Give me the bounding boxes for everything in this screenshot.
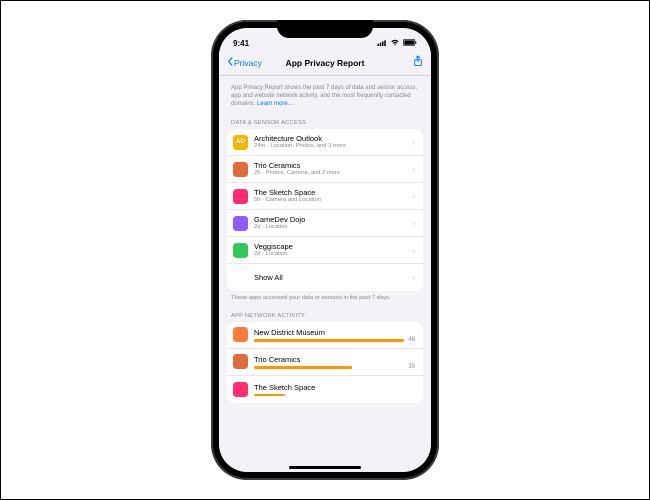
chevron-right-icon: › xyxy=(412,165,415,174)
chevron-left-icon xyxy=(227,57,233,68)
content-scroll[interactable]: App Privacy Report shows the past 7 days… xyxy=(219,76,431,468)
app-name: Trio Ceramics xyxy=(254,161,408,170)
page-title: App Privacy Report xyxy=(286,58,365,68)
section-header-network: APP NETWORK ACTIVITY xyxy=(227,305,423,322)
battery-icon xyxy=(403,39,417,48)
app-name: GameDev Dojo xyxy=(254,215,408,224)
share-icon xyxy=(413,55,423,67)
app-row[interactable]: GameDev Dojo 2d · Location › xyxy=(227,210,423,237)
status-indicators xyxy=(377,39,417,48)
app-icon xyxy=(233,162,248,177)
app-icon xyxy=(233,216,248,231)
app-subtext: 2d · Location xyxy=(254,251,408,258)
app-row[interactable]: Veggiscape 2d · Location › xyxy=(227,237,423,264)
show-all-label: Show All xyxy=(254,273,408,282)
activity-bar xyxy=(254,394,411,397)
app-name: The Sketch Space xyxy=(254,383,411,392)
app-icon: AO xyxy=(233,135,248,150)
app-name: Trio Ceramics xyxy=(254,355,404,364)
intro-text: App Privacy Report shows the past 7 days… xyxy=(227,76,423,112)
app-icon xyxy=(233,382,248,397)
section-header-data-sensor: DATA & SENSOR ACCESS xyxy=(227,112,423,129)
data-sensor-list: AO Architecture Outlook 24m · Location, … xyxy=(227,129,423,291)
share-button[interactable] xyxy=(413,54,423,72)
app-subtext: 2d · Location xyxy=(254,224,408,231)
chevron-right-icon: › xyxy=(412,138,415,147)
network-count: 30 xyxy=(408,364,415,371)
app-row[interactable]: Trio Ceramics 2h · Photos, Camera, and 2… xyxy=(227,156,423,183)
activity-bar xyxy=(254,339,404,342)
app-subtext: 2h · Photos, Camera, and 2 more xyxy=(254,170,408,177)
chevron-right-icon: › xyxy=(412,246,415,255)
app-icon xyxy=(233,243,248,258)
notch xyxy=(277,20,373,38)
network-count: 46 xyxy=(408,337,415,344)
activity-bar xyxy=(254,366,404,369)
chevron-right-icon: › xyxy=(412,192,415,201)
network-list: New District Museum 46 Trio Ceramics 30 xyxy=(227,322,423,403)
app-icon xyxy=(233,189,248,204)
back-label: Privacy xyxy=(234,58,262,68)
app-icon xyxy=(233,327,248,342)
status-time: 9:41 xyxy=(233,39,249,48)
back-button[interactable]: Privacy xyxy=(227,57,262,68)
section-footer-data-sensor: These apps accessed your data or sensors… xyxy=(227,291,423,305)
screen: 9:41 Privacy App Privacy Report xyxy=(219,28,431,472)
app-name: The Sketch Space xyxy=(254,188,408,197)
nav-bar: Privacy App Privacy Report xyxy=(219,50,431,76)
network-row[interactable]: The Sketch Space xyxy=(227,376,423,403)
app-name: Architecture Outlook xyxy=(254,134,408,143)
learn-more-link[interactable]: Learn more… xyxy=(257,101,294,107)
home-indicator[interactable] xyxy=(289,466,361,469)
app-row[interactable]: AO Architecture Outlook 24m · Location, … xyxy=(227,129,423,156)
app-name: Veggiscape xyxy=(254,242,408,251)
app-name: New District Museum xyxy=(254,328,404,337)
network-row[interactable]: New District Museum 46 xyxy=(227,322,423,349)
app-icon xyxy=(233,354,248,369)
signal-icon xyxy=(377,39,387,48)
phone-frame: 9:41 Privacy App Privacy Report xyxy=(211,20,439,480)
chevron-right-icon: › xyxy=(412,273,415,282)
app-row[interactable]: The Sketch Space 5h · Camera and Locatio… xyxy=(227,183,423,210)
network-row[interactable]: Trio Ceramics 30 xyxy=(227,349,423,376)
app-subtext: 24m · Location, Photos, and 3 more xyxy=(254,143,408,150)
chevron-right-icon: › xyxy=(412,219,415,228)
app-subtext: 5h · Camera and Location xyxy=(254,197,408,204)
show-all-row[interactable]: Show All › xyxy=(227,264,423,291)
wifi-icon xyxy=(390,39,400,48)
